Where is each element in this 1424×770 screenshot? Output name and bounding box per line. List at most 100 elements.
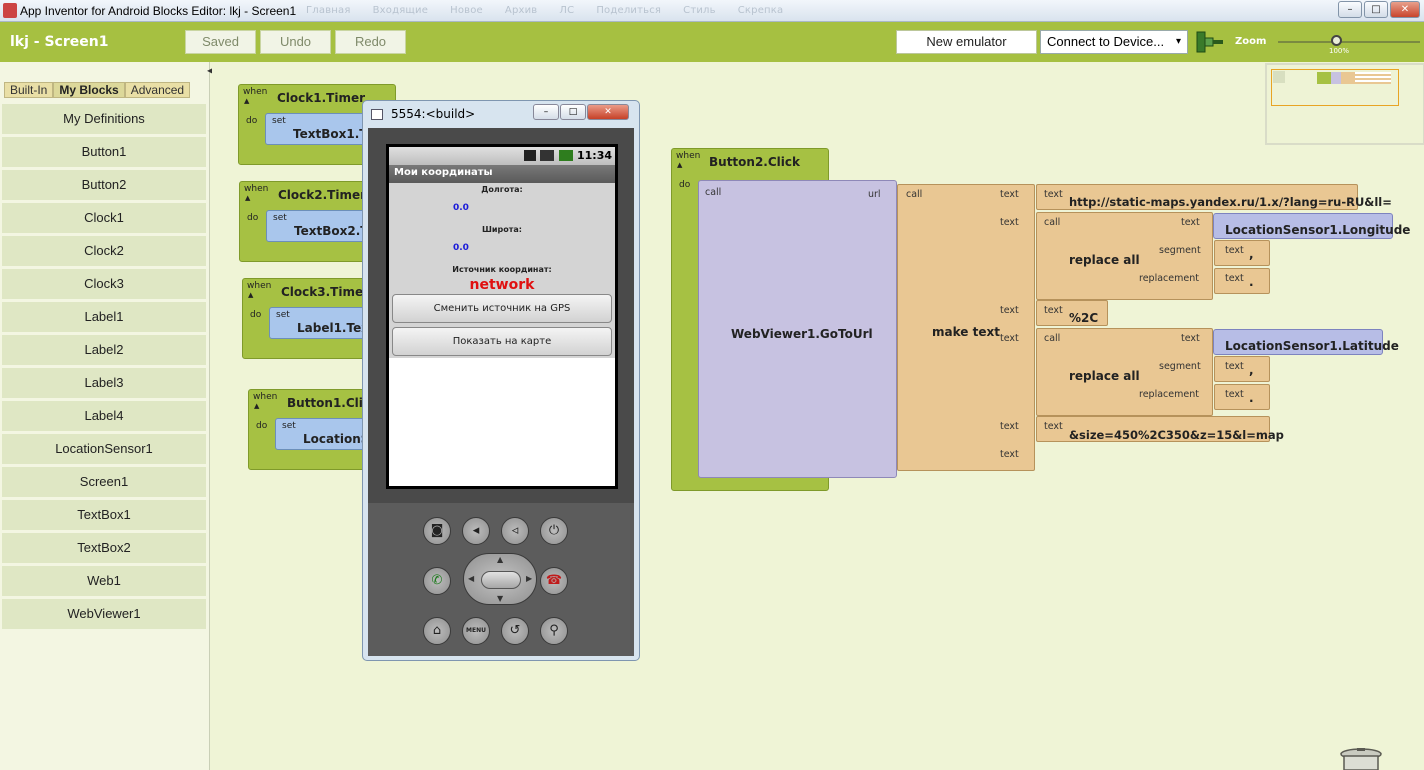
ghost-menu: Главная Входящие Новое Архив ЛС Поделиться Сти…: [306, 5, 784, 16]
volume-down-icon[interactable]: ◂: [462, 517, 490, 545]
minimap-block: [1273, 71, 1285, 83]
emulator-minimize-button[interactable]: –: [533, 104, 559, 120]
drawer-clock1[interactable]: Clock1: [2, 203, 206, 234]
make-text-block[interactable]: call make text text text text text text …: [897, 184, 1035, 471]
drawer-button1[interactable]: Button1: [2, 137, 206, 168]
drawer-label3[interactable]: Label3: [2, 368, 206, 399]
tab-my-blocks[interactable]: My Blocks: [53, 82, 125, 98]
set-label: set: [273, 213, 287, 223]
minimize-button[interactable]: –: [1338, 1, 1362, 18]
switch-to-gps-button[interactable]: Сменить источник на GPS: [392, 294, 612, 323]
comma-value: ,: [1249, 363, 1254, 377]
getter-block-longitude[interactable]: LocationSensor1.Longitude: [1213, 213, 1410, 239]
drawer-clock3[interactable]: Clock3: [2, 269, 206, 300]
replace-all-label: replace all: [1069, 253, 1140, 267]
comma-value: ,: [1249, 247, 1254, 261]
collapse-triangle-icon[interactable]: ▲: [677, 161, 682, 169]
emulator-title: 5554:<build>: [391, 107, 476, 121]
drawer-my-definitions[interactable]: My Definitions: [2, 104, 206, 135]
tab-advanced[interactable]: Advanced: [124, 82, 191, 98]
camera-icon[interactable]: ◙: [423, 517, 451, 545]
power-icon[interactable]: ⏻: [540, 517, 568, 545]
drawer-button2[interactable]: Button2: [2, 170, 206, 201]
back-icon[interactable]: ↺: [501, 617, 529, 645]
when-label: when: [243, 87, 268, 97]
zoom-percent: 100%: [1329, 47, 1350, 55]
trash-can-icon[interactable]: [1338, 748, 1384, 770]
plug-connection-icon[interactable]: [1196, 29, 1224, 55]
undo-button[interactable]: Undo: [260, 30, 331, 54]
drawer-locationsensor1[interactable]: LocationSensor1: [2, 434, 206, 465]
url-socket-label: url: [868, 189, 881, 200]
getter-block-latitude[interactable]: LocationSensor1.Latitude: [1213, 329, 1399, 355]
replace-all-block-latitude[interactable]: call replace all text segment replacemen…: [1036, 328, 1213, 416]
replace-all-block-longitude[interactable]: call replace all text segment replacemen…: [1036, 212, 1213, 300]
dpad-down-icon[interactable]: ▼: [497, 594, 503, 603]
zoom-slider-track[interactable]: [1278, 41, 1420, 43]
search-icon[interactable]: ⚲: [540, 617, 568, 645]
maximize-button[interactable]: □: [1364, 1, 1388, 18]
dpad-left-icon[interactable]: ◀: [468, 574, 474, 583]
text-label: text: [1044, 305, 1063, 316]
end-call-icon[interactable]: ☎: [540, 567, 568, 595]
drawer-textbox1[interactable]: TextBox1: [2, 500, 206, 531]
saved-button[interactable]: Saved: [185, 30, 256, 54]
text-socket-label: text: [1000, 421, 1019, 432]
home-icon[interactable]: ⌂: [423, 617, 451, 645]
drawer-screen1[interactable]: Screen1: [2, 467, 206, 498]
text-label: text: [1225, 361, 1244, 372]
text-block-comma-2[interactable]: text ,: [1214, 356, 1270, 382]
dot-value: .: [1249, 275, 1254, 289]
dpad-right-icon[interactable]: ▶: [526, 574, 532, 583]
emulator-window[interactable]: 5554:<build> – □ ✕ 11:34 Мои координаты …: [362, 100, 640, 661]
volume-up-icon[interactable]: ◃: [501, 517, 529, 545]
collapse-triangle-icon[interactable]: ▲: [245, 194, 250, 202]
drawer-clock2[interactable]: Clock2: [2, 236, 206, 267]
text-label: text: [1225, 389, 1244, 400]
connect-device-select[interactable]: Connect to Device... ▾: [1040, 30, 1188, 54]
event-name: Clock2.Timer: [278, 188, 367, 202]
dpad-center-button[interactable]: [481, 571, 521, 589]
menu-key-button[interactable]: MENU: [462, 617, 490, 645]
event-name: Clock3.Timer: [281, 285, 370, 299]
drawer-web1[interactable]: Web1: [2, 566, 206, 597]
battery-icon: [559, 150, 573, 161]
text-block-dot-2[interactable]: text .: [1214, 384, 1270, 410]
source-value: network: [469, 277, 535, 293]
drawer-textbox2[interactable]: TextBox2: [2, 533, 206, 564]
suffix-value: &size=450%2C350&z=15&l=map: [1069, 428, 1284, 442]
workspace-minimap[interactable]: [1265, 63, 1424, 145]
text-block-suffix[interactable]: text &size=450%2C350&z=15&l=map: [1036, 416, 1284, 442]
text-block-separator[interactable]: text %2C: [1036, 300, 1108, 326]
text-socket-label: text: [1181, 333, 1200, 344]
drawer-label1[interactable]: Label1: [2, 302, 206, 333]
text-label: text: [1044, 421, 1063, 432]
close-button[interactable]: ✕: [1390, 1, 1420, 18]
drawer-label2[interactable]: Label2: [2, 335, 206, 366]
text-block-dot-1[interactable]: text .: [1214, 268, 1270, 294]
device-screen[interactable]: 11:34 Мои координаты Долгота: 0.0 Широта…: [386, 144, 618, 489]
event-name: Clock1.Timer: [277, 91, 366, 105]
tab-built-in[interactable]: Built-In: [4, 82, 54, 98]
do-label: do: [256, 421, 268, 431]
call-icon[interactable]: ✆: [423, 567, 451, 595]
emulator-close-button[interactable]: ✕: [587, 104, 629, 120]
dpad-control[interactable]: ▲ ▼ ◀ ▶: [463, 553, 537, 605]
collapse-triangle-icon[interactable]: ▲: [254, 402, 259, 410]
text-socket-label: text: [1000, 333, 1019, 344]
collapse-triangle-icon[interactable]: ▲: [248, 291, 253, 299]
call-label: call: [1044, 217, 1061, 228]
text-block-comma-1[interactable]: text ,: [1214, 240, 1270, 266]
zoom-slider-knob[interactable]: [1331, 35, 1342, 46]
text-block-url[interactable]: text http://static-maps.yandex.ru/1.x/?l…: [1036, 184, 1392, 210]
redo-button[interactable]: Redo: [335, 30, 406, 54]
emulator-maximize-button[interactable]: □: [560, 104, 586, 120]
drawer-webviewer1[interactable]: WebViewer1: [2, 599, 206, 630]
dpad-up-icon[interactable]: ▲: [497, 555, 503, 564]
show-on-map-button[interactable]: Показать на карте: [392, 327, 612, 356]
new-emulator-button[interactable]: New emulator: [896, 30, 1037, 54]
collapse-triangle-icon[interactable]: ▲: [244, 97, 249, 105]
drawer-label4[interactable]: Label4: [2, 401, 206, 432]
latitude-label: Широта:: [482, 225, 522, 234]
call-block-webviewer-gotourl[interactable]: call url WebViewer1.GoToUrl: [698, 180, 897, 478]
